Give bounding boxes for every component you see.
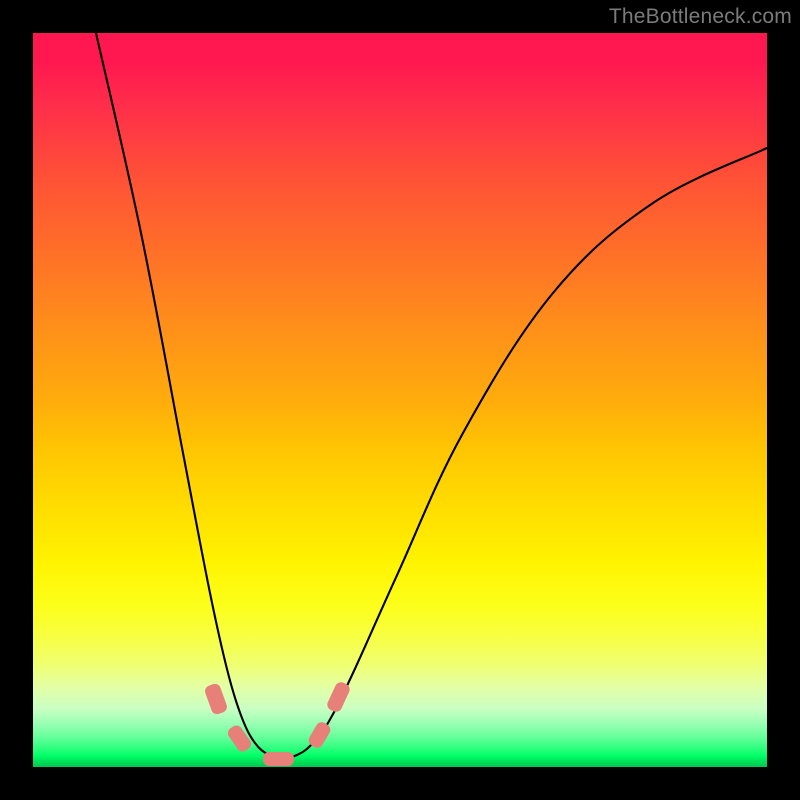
curve-marker (263, 752, 294, 766)
watermark-text: TheBottleneck.com (609, 5, 792, 29)
bottleneck-curve (33, 33, 767, 767)
chart-canvas (33, 33, 767, 767)
